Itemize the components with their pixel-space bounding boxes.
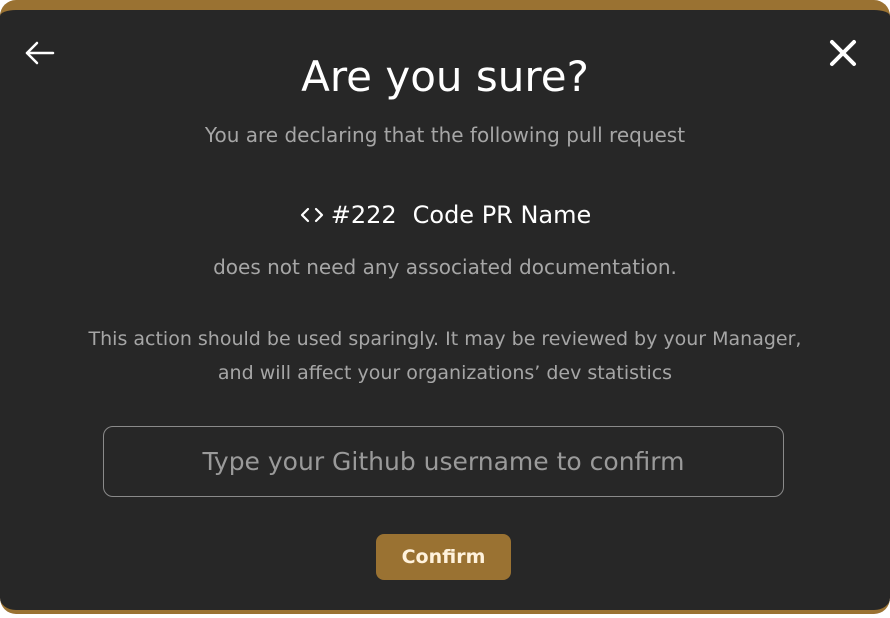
modal-subtitle: You are declaring that the following pul… bbox=[204, 123, 686, 147]
modal-title: Are you sure? bbox=[301, 52, 589, 101]
pull-request-number: #222 bbox=[330, 201, 397, 229]
warning-text: This action should be used sparingly. It… bbox=[40, 322, 850, 390]
code-icon bbox=[300, 207, 323, 223]
documentation-statement: does not need any associated documentati… bbox=[213, 255, 677, 279]
pull-request-name: Code PR Name bbox=[412, 201, 592, 229]
warning-line-2: and will affect your organizations’ dev … bbox=[217, 362, 673, 384]
confirm-button[interactable]: Confirm bbox=[376, 534, 511, 580]
warning-line-1: This action should be used sparingly. It… bbox=[88, 328, 802, 350]
pull-request-reference: #222 Code PR Name bbox=[0, 200, 890, 230]
github-username-input[interactable] bbox=[103, 426, 784, 497]
confirmation-modal: Are you sure? You are declaring that the… bbox=[0, 0, 890, 614]
